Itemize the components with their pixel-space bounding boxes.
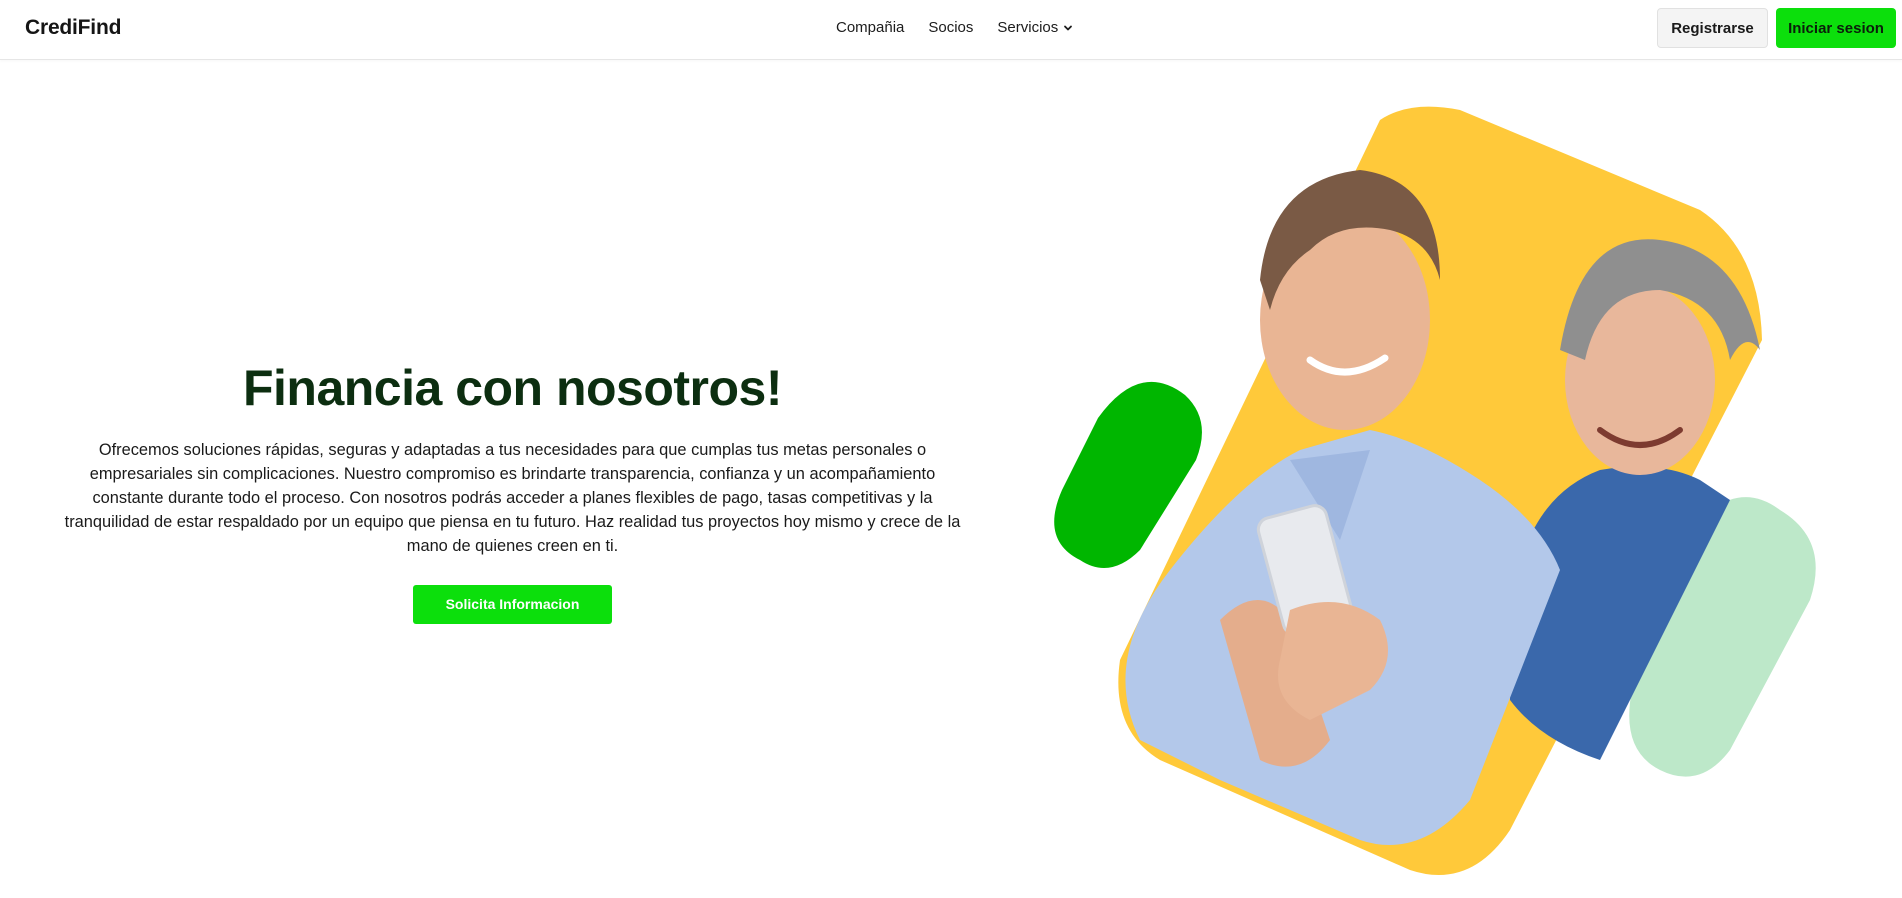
brand-logo[interactable]: CrediFind — [25, 16, 121, 40]
nav-link-socios[interactable]: Socios — [928, 19, 973, 36]
hero-section: Financia con nosotros! Ofrecemos solucio… — [55, 360, 970, 624]
nav-link-label: Socios — [928, 19, 974, 36]
login-button[interactable]: Iniciar sesion — [1776, 8, 1896, 48]
register-button[interactable]: Registrarse — [1657, 8, 1768, 48]
request-info-button[interactable]: Solicita Informacion — [413, 585, 612, 624]
nav-link-label: Servicios — [997, 19, 1059, 36]
top-navbar: CrediFind Compañia Socios Servicios Regi… — [0, 0, 1902, 60]
chevron-down-icon — [1064, 25, 1073, 30]
hero-description: Ofrecemos soluciones rápidas, seguras y … — [64, 441, 961, 555]
nav-link-compania[interactable]: Compañia — [836, 19, 904, 36]
nav-link-servicios-dropdown[interactable]: Servicios — [997, 19, 1073, 36]
hero-title: Financia con nosotros! — [242, 360, 783, 416]
hero-illustration — [1054, 106, 1816, 875]
nav-link-label: Compañia — [836, 19, 905, 36]
main-nav: Compañia Socios Servicios — [836, 19, 1073, 36]
